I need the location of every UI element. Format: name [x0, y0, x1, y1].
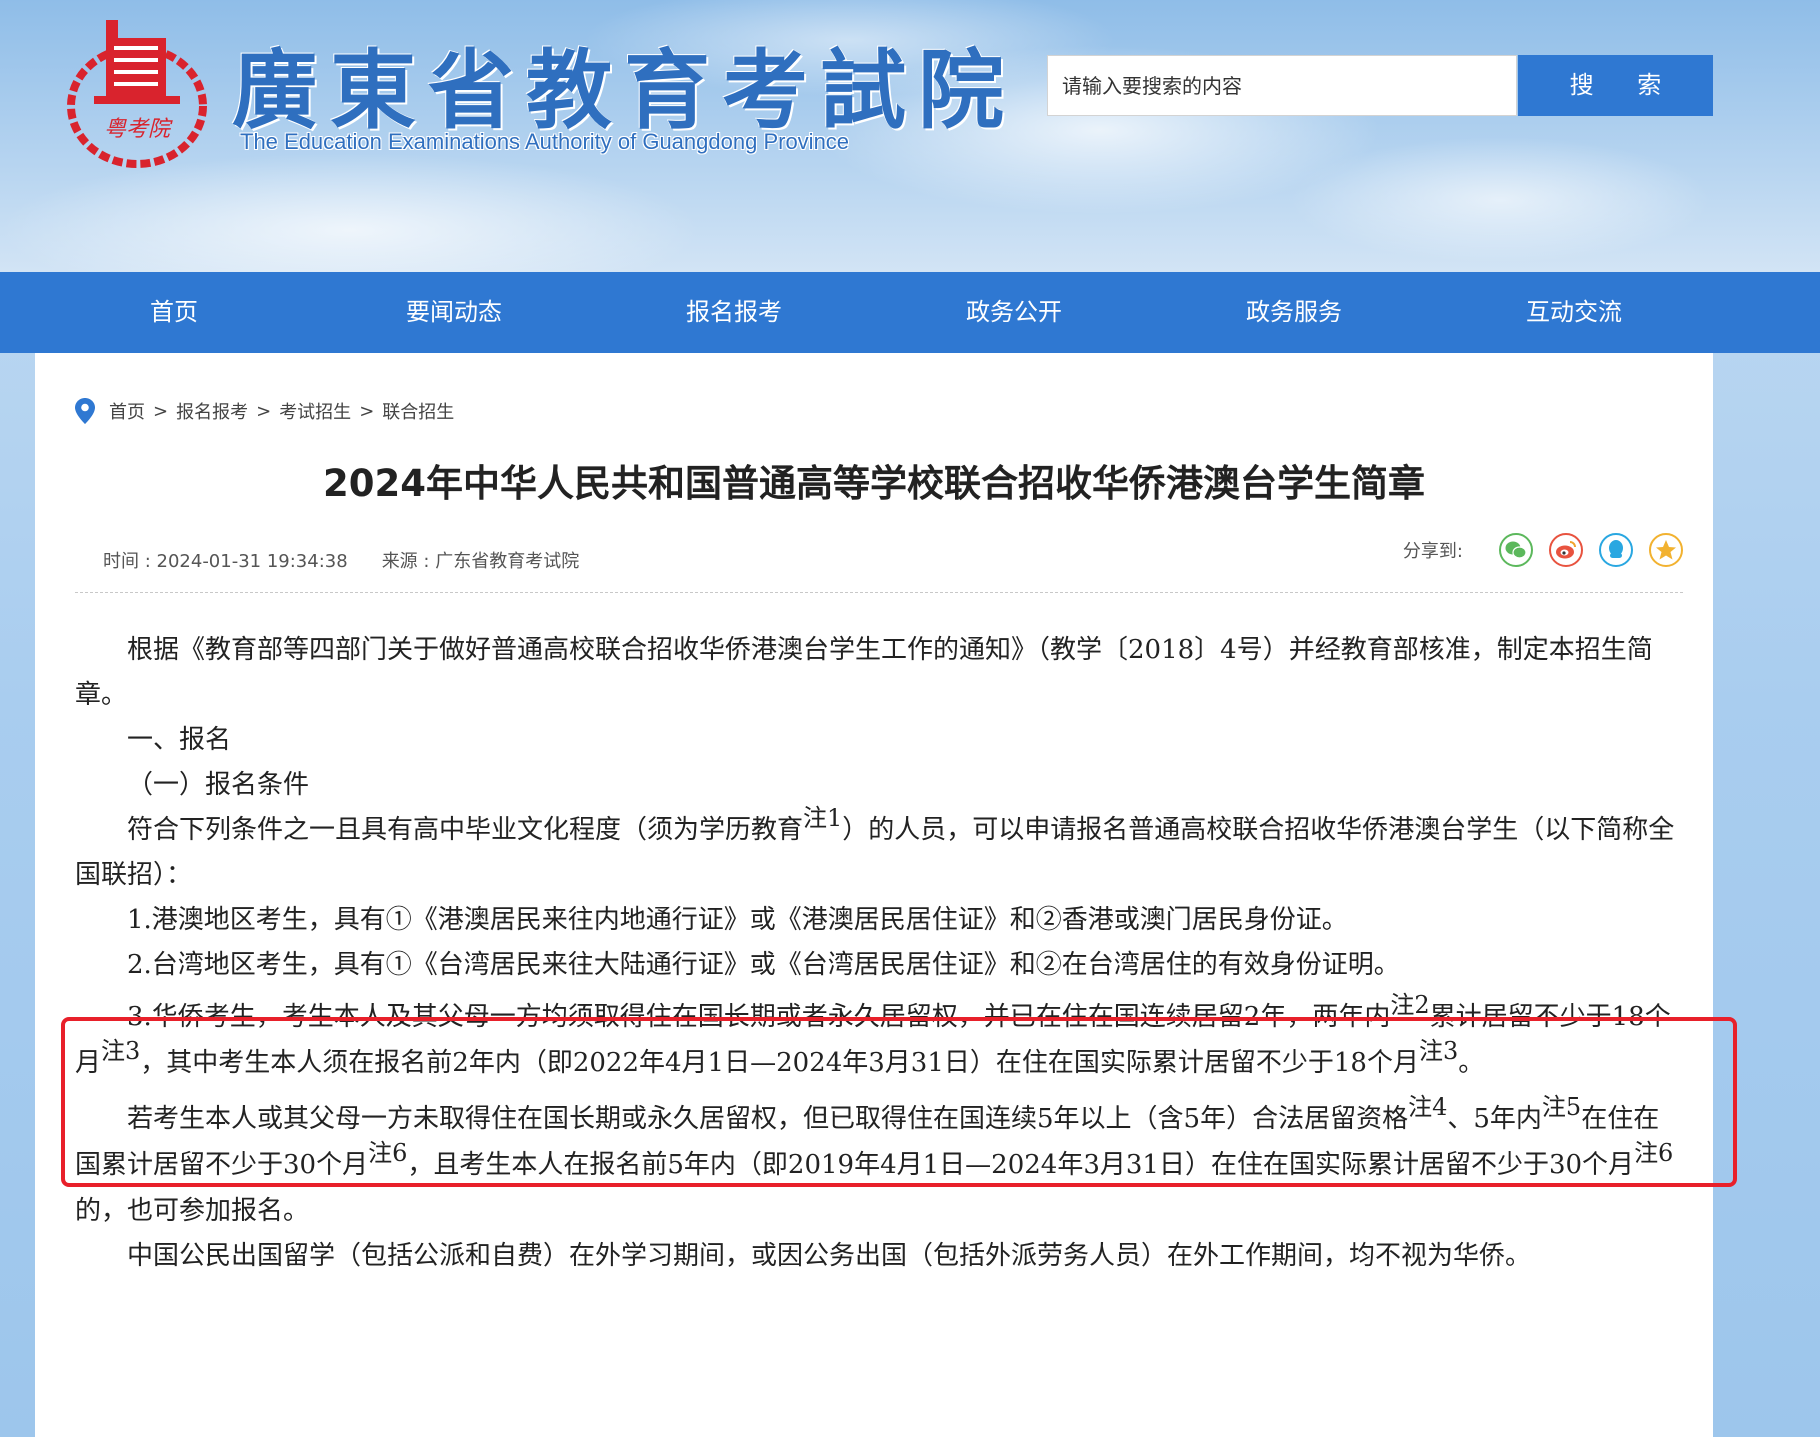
content-panel: 首页 > 报名报考 > 考试招生 > 联合招生 2024年中华人民共和国普通高等… — [35, 353, 1713, 1437]
breadcrumb-home[interactable]: 首页 — [109, 398, 145, 424]
main-nav: 首页 要闻动态 报名报考 政务公开 政务服务 互动交流 — [0, 272, 1820, 353]
share-bar: 分享到: — [1403, 533, 1683, 567]
text-fragment: 符合下列条件之一且具有高中毕业文化程度（须为学历教育 — [127, 815, 804, 845]
breadcrumb-separator: > — [256, 400, 272, 422]
site-subtitle: The Education Examinations Authority of … — [240, 129, 850, 154]
weibo-icon[interactable] — [1549, 533, 1583, 567]
article-source: 来源 : 广东省教育考试院 — [381, 551, 580, 572]
search-input[interactable] — [1048, 56, 1516, 115]
paragraph-intro: 根据《教育部等四部门关于做好普通高校联合招收华侨港澳台学生工作的通知》（教学〔2… — [75, 635, 1653, 710]
text-fragment: 的，也可参加报名。 — [75, 1196, 310, 1226]
breadcrumb-registration[interactable]: 报名报考 — [176, 398, 248, 424]
site-title[interactable]: 廣東省教育考試院 — [232, 20, 1016, 145]
qzone-icon[interactable] — [1649, 533, 1683, 567]
qq-icon[interactable] — [1599, 533, 1633, 567]
search-box — [1047, 55, 1517, 116]
share-label: 分享到: — [1402, 541, 1463, 562]
paragraph-exclusion: 中国公民出国留学（包括公派和自费）在外学习期间，或因公务出国（包括外派劳务人员）… — [127, 1241, 1532, 1271]
meta-divider — [75, 592, 1683, 593]
condition-taiwan: 2.台湾地区考生，具有①《台湾居民来往大陆通行证》或《台湾居民居住证》和②在台湾… — [127, 950, 1400, 980]
footnote-ref[interactable]: 注2 — [1390, 991, 1429, 1019]
breadcrumb: 首页 > 报名报考 > 考试招生 > 联合招生 — [75, 398, 454, 424]
emblem-logo[interactable]: 粤考院 — [64, 14, 210, 174]
nav-item-gov-services[interactable]: 政务服务 — [1154, 272, 1434, 353]
nav-item-gov-affairs[interactable]: 政务公开 — [874, 272, 1154, 353]
emblem-text: 粤考院 — [104, 117, 173, 142]
highlight-box — [61, 1017, 1737, 1187]
search-button[interactable]: 搜 索 — [1518, 55, 1713, 116]
breadcrumb-exam-admission[interactable]: 考试招生 — [279, 398, 351, 424]
site-header: 粤考院 廣東省教育考試院 The Education Examinations … — [0, 0, 1820, 272]
location-pin-icon — [75, 398, 95, 424]
article-title: 2024年中华人民共和国普通高等学校联合招收华侨港澳台学生简章 — [323, 462, 1425, 505]
breadcrumb-separator: > — [153, 400, 169, 422]
section-heading: 一、报名 — [127, 725, 232, 755]
nav-item-interaction[interactable]: 互动交流 — [1434, 272, 1714, 353]
footnote-ref[interactable]: 注1 — [803, 804, 842, 832]
nav-item-home[interactable]: 首页 — [34, 272, 314, 353]
condition-hk-macao: 1.港澳地区考生，具有①《港澳居民来往内地通行证》或《港澳居民居住证》和②香港或… — [127, 905, 1348, 935]
breadcrumb-joint-admission[interactable]: 联合招生 — [382, 398, 454, 424]
paragraph-conditions: 符合下列条件之一且具有高中毕业文化程度（须为学历教育注1）的人员，可以申请报名普… — [75, 806, 1685, 898]
wechat-icon[interactable] — [1499, 533, 1533, 567]
nav-item-registration[interactable]: 报名报考 — [594, 272, 874, 353]
breadcrumb-separator: > — [359, 400, 375, 422]
publish-time: 时间 : 2024-01-31 19:34:38 — [103, 551, 348, 572]
article-meta: 时间 : 2024-01-31 19:34:38 来源 : 广东省教育考试院 — [103, 547, 579, 573]
nav-item-news[interactable]: 要闻动态 — [314, 272, 594, 353]
subsection-heading: （一）报名条件 — [127, 770, 310, 800]
